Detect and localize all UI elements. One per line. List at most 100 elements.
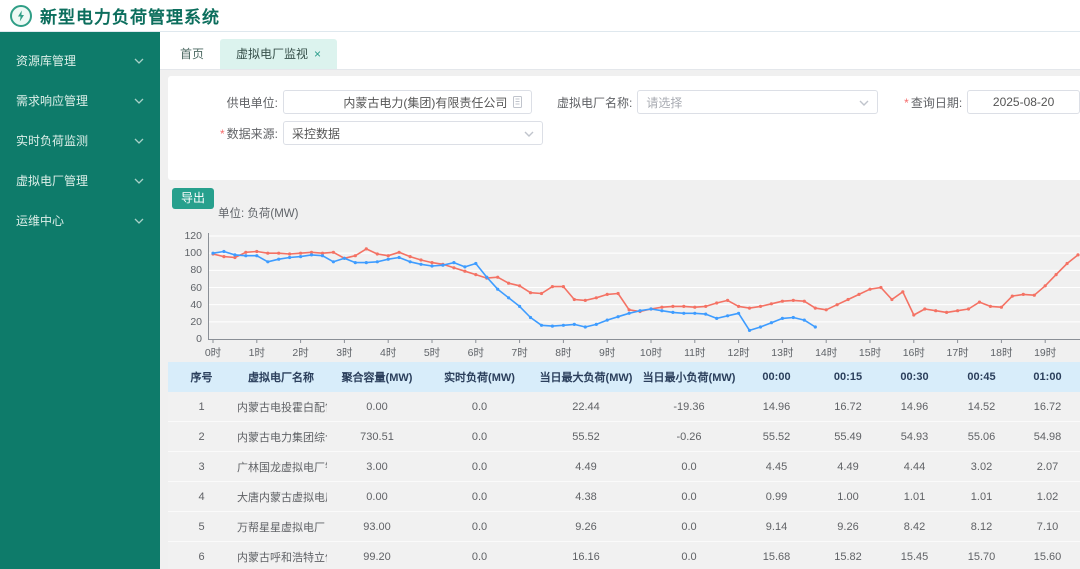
table-row: 4 大唐内蒙古虚拟电厂 0.00 0.0 4.38 0.0 0.99 1.00 1.01 1.01… [168, 481, 1080, 512]
table-cell: 广林国龙虚拟电厂智慧... [235, 451, 327, 482]
table-cell: 15.60 [1015, 541, 1080, 569]
filter-form: 供电单位: 内蒙古电力(集团)有限责任公司 虚拟电厂名称: 请选择 * 查询日期: [168, 76, 1080, 180]
table-cell: -19.36 [640, 392, 738, 422]
sidebar-item-4[interactable]: 虚拟电厂管理 [0, 160, 160, 200]
sidebar-item-label: 运维中心 [16, 213, 65, 228]
sidebar-item-3[interactable]: 实时负荷监测 [0, 120, 160, 160]
x-axis-tick: 10时 [639, 347, 663, 359]
load-chart-canvas [208, 233, 1080, 343]
export-button[interactable]: 导出 [172, 188, 215, 209]
table-cell: 0.00 [327, 481, 427, 512]
column-header: 聚合容量(MW) [327, 362, 427, 392]
table-cell: 0.0 [427, 421, 532, 452]
x-axis-tick: 17时 [946, 347, 969, 359]
table-cell: 2 [168, 421, 235, 452]
table-cell: 9.14 [738, 511, 815, 542]
table-cell: 8.42 [881, 511, 948, 542]
table-cell: 15.68 [738, 541, 815, 569]
table-cell: 54.93 [881, 421, 948, 452]
table-row: 3广林国龙虚拟电厂智慧...3.000.04.490.04.454.494.44… [168, 451, 1080, 482]
table-cell: 1.00 [815, 481, 881, 512]
table-cell: 4.38 [532, 481, 640, 512]
table-cell: 1.02 [1015, 481, 1080, 512]
sidebar-item-5[interactable]: 运维中心 [0, 200, 160, 240]
chevron-down-icon [134, 213, 144, 227]
table-cell: 1.01 [948, 481, 1015, 512]
table-cell: 内蒙古呼和浩特立信电... [235, 541, 327, 569]
tab-label: 首页 [180, 47, 205, 61]
table-cell: 4.45 [738, 451, 815, 482]
sidebar: 资源库管理需求响应管理实时负荷监测虚拟电厂管理运维中心 [0, 32, 160, 569]
column-header: 00:00 [738, 362, 815, 392]
y-axis-tick: 60 [190, 281, 202, 294]
org-icon [512, 96, 523, 108]
required-marker: * [904, 95, 909, 110]
table-cell: 5 [168, 511, 235, 542]
query-date-label: * 查询日期: [904, 95, 963, 110]
data-source-select[interactable]: 采控数据 [283, 121, 543, 145]
table-cell: 730.51 [327, 421, 427, 452]
query-date-input[interactable]: 2025-08-20 [967, 90, 1080, 114]
column-header: 当日最小负荷(MW) [640, 362, 738, 392]
x-axis-tick: 3时 [336, 347, 353, 359]
chevron-down-icon [524, 126, 534, 140]
table-cell: -0.26 [640, 421, 738, 452]
supply-unit-input[interactable]: 内蒙古电力(集团)有限责任公司 [283, 90, 533, 114]
table-cell: 6 [168, 541, 235, 569]
sidebar-item-label: 资源库管理 [16, 53, 77, 68]
x-axis-tick: 13时 [771, 347, 794, 359]
column-header: 01:00 [1015, 362, 1080, 392]
x-axis-tick: 8时 [555, 347, 572, 359]
table-cell: 14.96 [738, 392, 815, 422]
y-axis-tick: 20 [190, 315, 202, 328]
tab-close-icon[interactable]: × [314, 47, 321, 61]
table-cell: 99.20 [327, 541, 427, 569]
table-cell: 4 [168, 481, 235, 512]
data-source-label: * 数据来源: [219, 126, 278, 141]
table-cell: 大唐内蒙古虚拟电厂 [235, 481, 327, 512]
column-header: 00:30 [881, 362, 948, 392]
vpp-table-wrapper: 序号 虚拟电厂名称 聚合容量(MW) 实时负荷(MW) 当日最大负荷(MW) 当日最小负荷… [168, 362, 1080, 569]
chevron-down-icon [134, 53, 144, 67]
x-axis-tick: 5时 [423, 347, 441, 359]
table-cell: 1 [168, 392, 235, 422]
x-axis-tick: 15时 [858, 347, 882, 359]
table-cell: 55.49 [815, 421, 881, 452]
chart-unit-label: 单位: 负荷(MW) [218, 208, 299, 220]
x-axis-tick: 7时 [511, 347, 528, 359]
required-marker: * [219, 126, 225, 141]
curve-blue [212, 250, 816, 332]
table-cell: 55.06 [948, 421, 1015, 452]
vpp-name-select[interactable]: 请选择 [637, 90, 879, 114]
table-cell: 内蒙古电力集团综合能... [235, 421, 327, 452]
table-cell: 15.70 [948, 541, 1015, 569]
table-row: 1内蒙古电投霍白配售电...0.000.022.44-19.3614.9616.… [168, 392, 1080, 422]
y-axis-tick: 120 [184, 230, 202, 242]
table-cell: 14.96 [881, 392, 948, 422]
table-cell: 14.52 [948, 392, 1015, 422]
table-cell: 54.98 [1015, 421, 1080, 452]
vpp-name-label: 虚拟电厂名称: [557, 95, 633, 110]
table-cell: 0.00 [327, 392, 427, 422]
x-axis-tick: 9时 [599, 347, 616, 359]
x-axis-tick: 12时 [727, 347, 750, 359]
table-cell: 3.02 [948, 451, 1015, 482]
column-header: 00:45 [948, 362, 1015, 392]
table-cell: 9.26 [815, 511, 881, 542]
y-axis-tick: 80 [190, 264, 202, 277]
sidebar-item-label: 实时负荷监测 [16, 133, 89, 148]
sidebar-item-1[interactable]: 资源库管理 [0, 40, 160, 80]
table-cell: 0.0 [427, 392, 532, 422]
table-cell: 4.49 [815, 451, 881, 482]
table-cell: 万帮星星虚拟电厂 [235, 511, 327, 542]
table-row: 6内蒙古呼和浩特立信电...99.200.016.160.015.6815.82… [168, 541, 1080, 569]
app-window: 新型电力负荷管理系统 资源库管理 需求响应管理 实时负荷监测 虚拟电厂管理 运维中心 首… [0, 0, 1080, 569]
column-header: 序号 [168, 362, 235, 392]
table-row: 2内蒙古电力集团综合能...730.510.055.52-0.2655.5255… [168, 421, 1080, 452]
table-cell: 9.26 [532, 511, 640, 542]
tab-1[interactable]: 首页 [164, 39, 220, 69]
x-axis-tick: 1时 [248, 347, 265, 359]
tab-2[interactable]: 虚拟电厂监视 × [220, 39, 338, 69]
sidebar-item-2[interactable]: 需求响应管理 [0, 80, 160, 120]
supply-unit-value: 内蒙古电力(集团)有限责任公司 [343, 95, 508, 110]
